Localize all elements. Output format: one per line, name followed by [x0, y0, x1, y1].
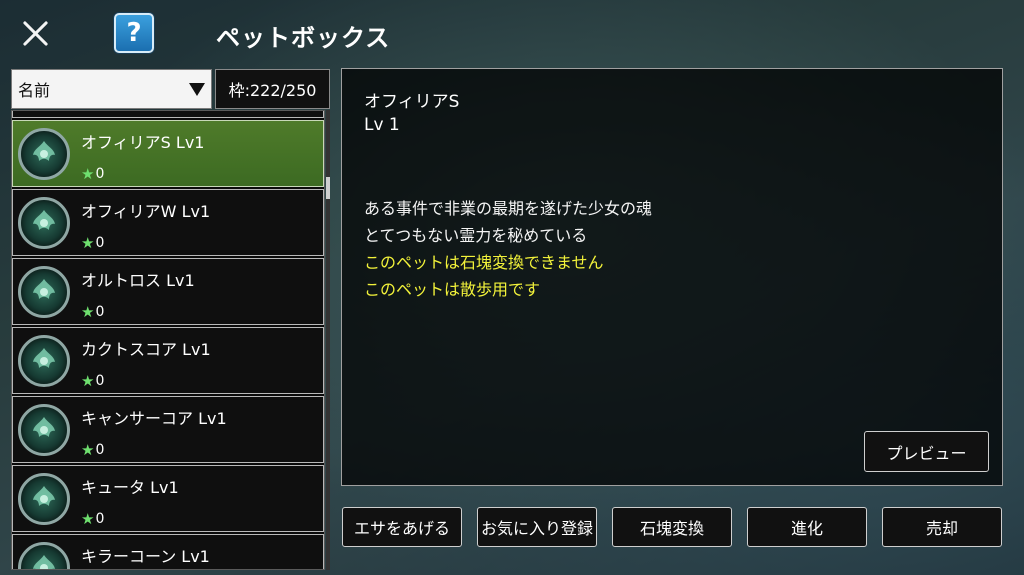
star-icon: ★ [81, 234, 95, 252]
page-title: ペットボックス [216, 24, 391, 52]
pet-list-item[interactable]: キラーコーン Lv1 [12, 534, 324, 569]
convert-button[interactable]: 石塊変換 [612, 507, 732, 547]
detail-pet-name: オフィリアS [364, 92, 460, 112]
close-icon[interactable] [18, 16, 52, 50]
dropdown-arrow-icon [189, 83, 205, 96]
slot-count: 枠:222/250 [215, 69, 330, 109]
pet-emblem-icon [18, 128, 70, 180]
pet-name-label: キャンサーコア Lv1 [81, 409, 227, 428]
pet-list-item[interactable]: キュータ Lv1 ★ 0 [12, 465, 324, 532]
pet-emblem-icon [18, 473, 70, 525]
pet-star-rank: ★0 [81, 441, 104, 459]
star-count: 0 [95, 304, 105, 320]
pet-name-label: カクトスコア Lv1 [81, 340, 211, 359]
sort-selected-value: 名前 [18, 81, 51, 100]
pet-name-label: キュータ Lv1 [81, 478, 179, 497]
favorite-button[interactable]: お気に入り登録 [477, 507, 597, 547]
star-icon: ★ [81, 372, 95, 390]
star-icon: ★ [81, 303, 95, 321]
star-count: 0 [95, 166, 105, 182]
pet-emblem-icon [18, 335, 70, 387]
detail-pet-level: Lv 1 [364, 115, 400, 135]
description-warning: このペットは石塊変換できません [364, 253, 604, 272]
star-count: 0 [95, 511, 105, 527]
sort-dropdown[interactable]: 名前 [11, 69, 212, 109]
pet-list-item[interactable]: オフィリアS Lv1 ★ 0 [12, 120, 324, 187]
pet-list-item[interactable]: カクトスコア Lv1 ★ 0 [12, 327, 324, 394]
sell-button[interactable]: 売却 [882, 507, 1002, 547]
pet-list[interactable]: ★0オフィリアS Lv1★0オフィリアW Lv1★0オルトロス Lv1★0カクト… [11, 110, 325, 570]
description-warning: このペットは散歩用です [364, 280, 541, 299]
pet-star-rank: ★0 [81, 234, 104, 252]
description-line: とてつもない霊力を秘めている [364, 226, 588, 245]
pet-name-label: オフィリアW Lv1 [81, 202, 211, 221]
star-icon: ★ [81, 441, 95, 459]
star-count: 0 [95, 111, 104, 113]
star-icon: ★ [81, 165, 95, 183]
preview-button[interactable]: プレビュー [864, 431, 989, 472]
pet-star-rank: ★0 [81, 510, 104, 528]
pet-name-label: キラーコーン Lv1 [81, 547, 210, 566]
pet-list-scrollbar-thumb[interactable] [326, 177, 330, 199]
pet-star-rank: ★0 [81, 165, 104, 183]
star-count: 0 [95, 235, 105, 251]
star-icon: ★ [81, 510, 95, 528]
pet-list-item[interactable]: オルトロス Lv1 ★ 0 [12, 258, 324, 325]
pet-emblem-icon [18, 266, 70, 318]
pet-list-item[interactable]: オフィリアW Lv1 ★ 0 [12, 189, 324, 256]
pet-star-rank: ★0 [81, 372, 104, 390]
pet-detail-panel: オフィリアS Lv 1 ある事件で非業の最期を遂げた少女の魂 とてつもない霊力を… [341, 68, 1003, 486]
pet-name-label: オルトロス Lv1 [81, 271, 195, 290]
pet-list-content: ★0オフィリアS Lv1★0オフィリアW Lv1★0オルトロス Lv1★0カクト… [12, 110, 324, 569]
star-count: 0 [95, 442, 105, 458]
star-count: 0 [95, 373, 105, 389]
description-line: ある事件で非業の最期を遂げた少女の魂 [364, 199, 653, 218]
pet-star-rank: ★0 [81, 111, 104, 114]
feed-button[interactable]: エサをあげる [342, 507, 462, 547]
help-icon[interactable]: ? [114, 13, 154, 53]
pet-list-item[interactable]: キャンサーコア Lv1 ★ 0 [12, 396, 324, 463]
pet-emblem-icon [18, 404, 70, 456]
pet-emblem-icon [18, 110, 70, 111]
pet-list-item[interactable]: ★0 [12, 110, 324, 118]
pet-emblem-icon [18, 197, 70, 249]
star-icon: ★ [81, 111, 94, 114]
pet-name-label: オフィリアS Lv1 [81, 133, 205, 152]
pet-star-rank: ★0 [81, 303, 104, 321]
pet-emblem-icon [18, 542, 70, 569]
evolve-button[interactable]: 進化 [747, 507, 867, 547]
